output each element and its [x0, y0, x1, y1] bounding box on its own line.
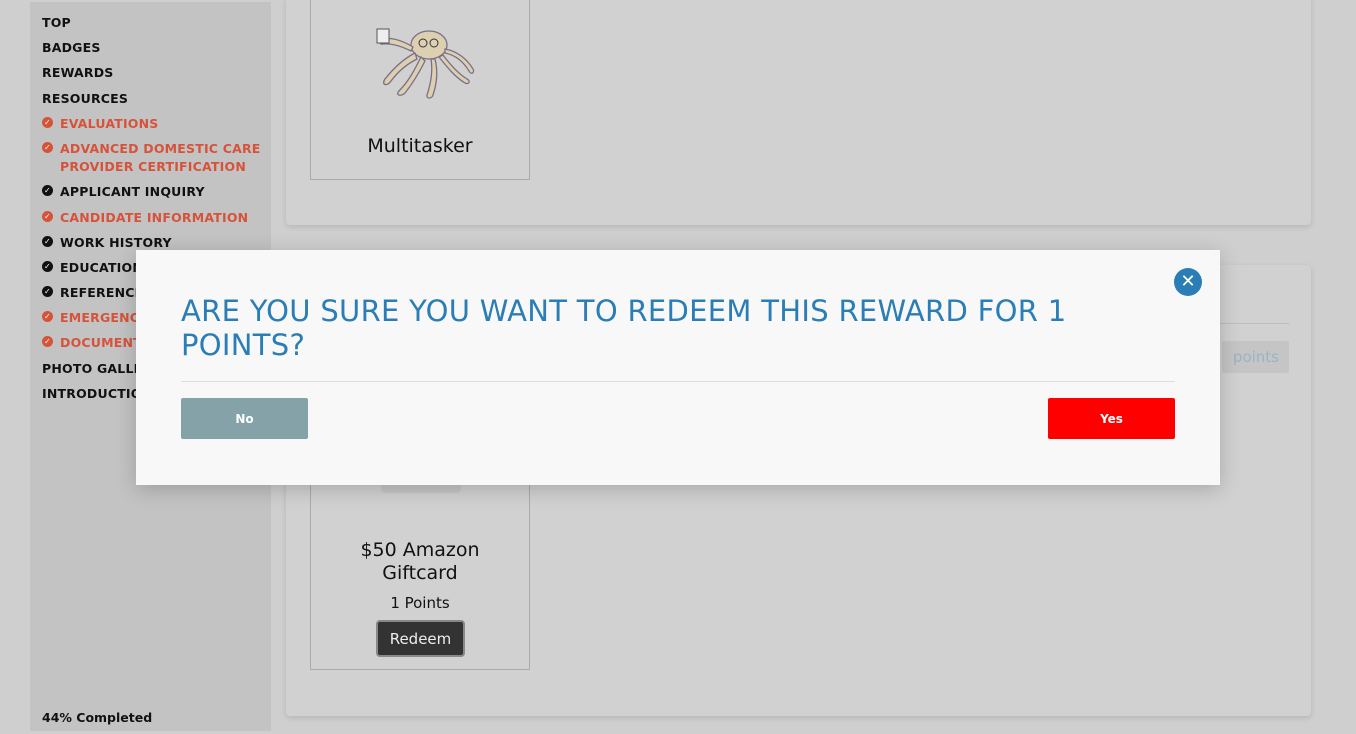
sidebar-item-label: TOP [42, 15, 71, 30]
reward-points: 1 Points [390, 594, 450, 612]
sidebar-item-label: PROVIDER CERTIFICATION [60, 159, 246, 174]
check-circle-icon: ✓ [42, 261, 53, 272]
sidebar-item-evaluations[interactable]: ✓ EVALUATIONS [42, 115, 159, 133]
badge-card: Multitasker [310, 0, 530, 180]
sidebar-item-badges[interactable]: BADGES [42, 39, 101, 57]
sidebar-item-label: CANDIDATE INFORMATION [60, 210, 249, 225]
no-button[interactable]: No [181, 398, 308, 439]
sidebar-item-label: EVALUATIONS [60, 116, 159, 131]
badge-title: Multitasker [367, 135, 473, 157]
modal-title: ARE YOU SURE YOU WANT TO REDEEM THIS REW… [181, 294, 1067, 362]
sidebar-item-label: BADGES [42, 40, 101, 55]
progress-label: 44% Completed [42, 710, 153, 725]
check-circle-icon: ✓ [42, 236, 53, 247]
sidebar-item-label: ADVANCED DOMESTIC CARE [60, 141, 261, 156]
sidebar-item-label: REWARDS [42, 65, 114, 80]
sidebar-item-rewards[interactable]: REWARDS [42, 64, 113, 82]
sidebar-item-certification[interactable]: ✓ ADVANCED DOMESTIC CARE PROVIDER CERTIF… [42, 140, 261, 176]
sidebar-item-top[interactable]: TOP [42, 14, 71, 32]
sidebar-item-emergency[interactable]: ✓ EMERGENCY [42, 309, 148, 327]
reward-title: $50 Amazon Giftcard [311, 539, 529, 585]
modal-divider [181, 381, 1175, 382]
sidebar-item-label: RESOURCES [42, 91, 129, 106]
check-circle-icon: ✓ [42, 117, 53, 128]
points-badge: points [1222, 341, 1289, 373]
sidebar-item-education[interactable]: ✓ EDUCATION [42, 259, 143, 277]
sidebar-item-documents[interactable]: ✓ DOCUMENTS [42, 334, 151, 352]
check-circle-icon: ✓ [42, 336, 53, 347]
confirm-redeem-modal: ✕ ARE YOU SURE YOU WANT TO REDEEM THIS R… [136, 250, 1220, 485]
check-circle-icon: ✓ [42, 185, 53, 196]
check-circle-icon: ✓ [42, 211, 53, 222]
check-circle-icon: ✓ [42, 142, 53, 153]
close-icon[interactable]: ✕ [1174, 268, 1202, 296]
sidebar-item-candidate-information[interactable]: ✓ CANDIDATE INFORMATION [42, 209, 248, 227]
sidebar-item-label: APPLICANT INQUIRY [60, 184, 205, 199]
sidebar-item-resources[interactable]: RESOURCES [42, 90, 128, 108]
check-circle-icon: ✓ [42, 286, 53, 297]
sidebar-item-applicant-inquiry[interactable]: ✓ APPLICANT INQUIRY [42, 183, 205, 201]
octopus-icon [376, 28, 475, 99]
reward-title-line: $50 Amazon [360, 539, 480, 561]
redeem-button[interactable]: Redeem [376, 620, 465, 657]
sidebar-item-label: EDUCATION [60, 260, 144, 275]
reward-title-line: Giftcard [382, 562, 458, 584]
sidebar-item-label: WORK HISTORY [60, 235, 172, 250]
yes-button[interactable]: Yes [1048, 398, 1175, 439]
check-circle-icon: ✓ [42, 311, 53, 322]
